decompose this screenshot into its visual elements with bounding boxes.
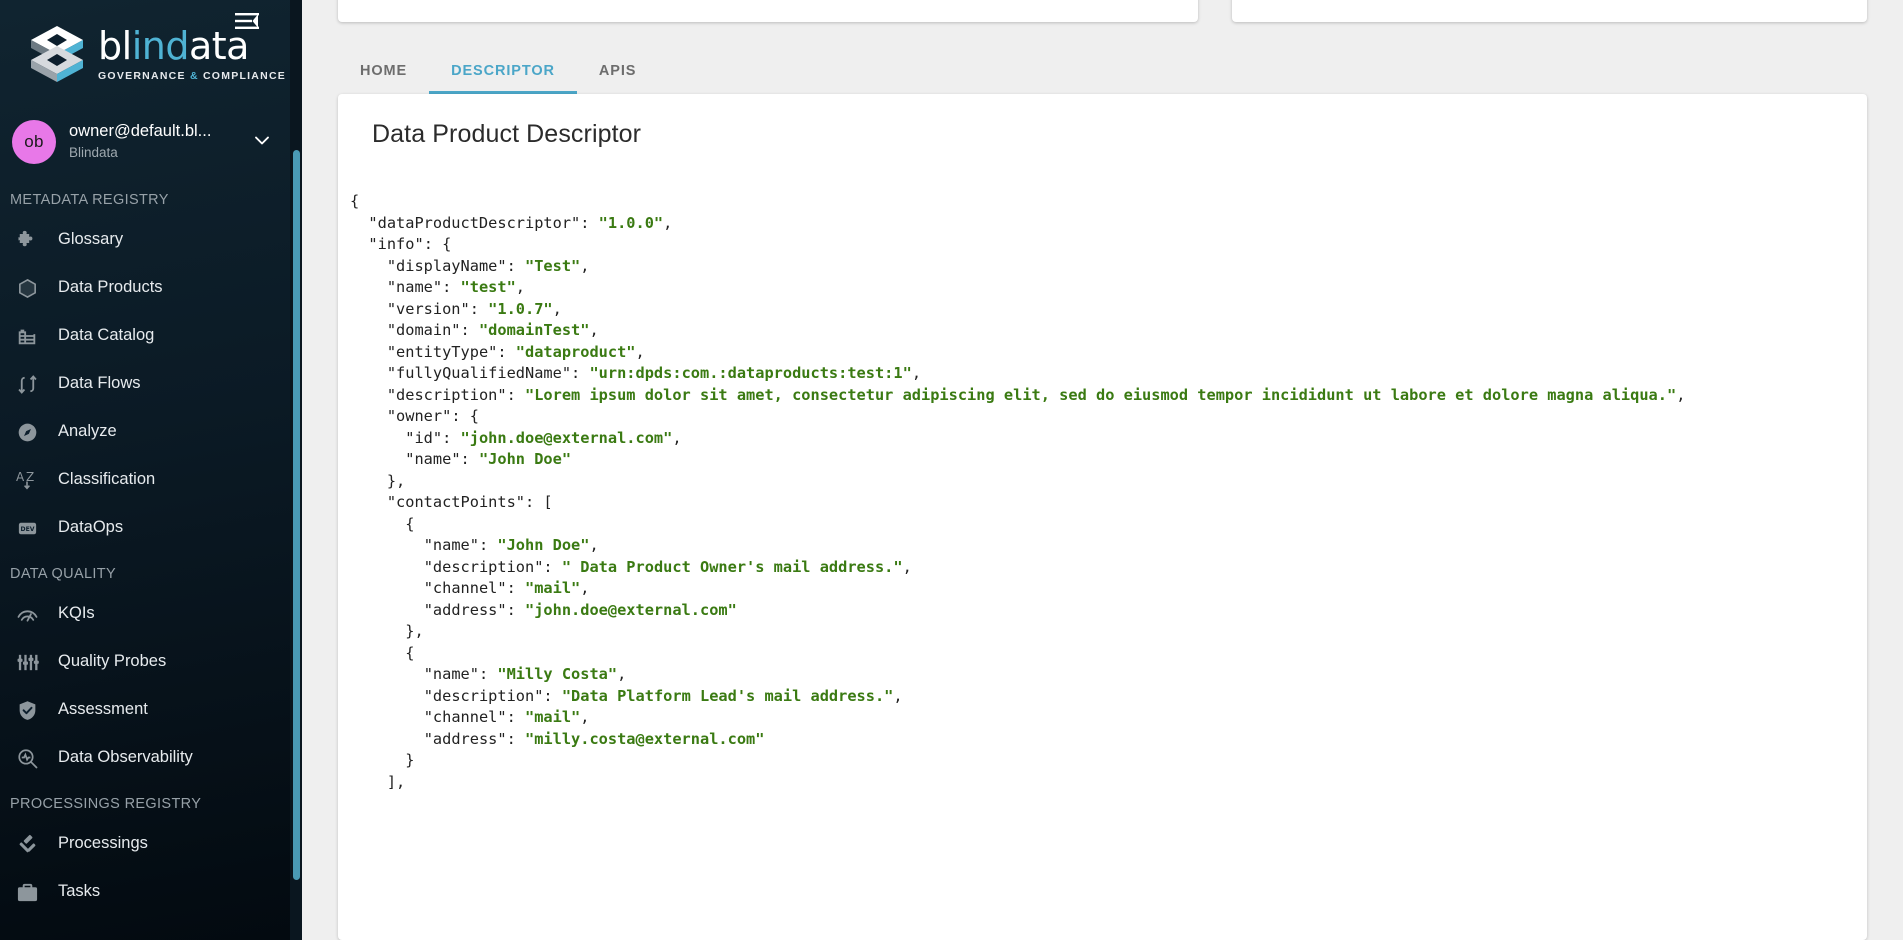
- brand-tagline: GOVERNANCE & COMPLIANCE: [98, 70, 286, 82]
- sort-az-icon: A Z: [14, 467, 40, 493]
- tab-descriptor[interactable]: DESCRIPTOR: [429, 63, 577, 95]
- sidebar-item-label: Quality Probes: [58, 652, 167, 671]
- briefcase-icon: [14, 879, 40, 905]
- sidebar-item-label: Analyze: [58, 422, 117, 441]
- dev-badge-icon: DEV: [14, 515, 40, 541]
- brand-tagline-left: GOVERNANCE: [98, 69, 190, 82]
- sidebar-item-quality-probes[interactable]: Quality Probes: [0, 638, 290, 686]
- account-email: owner@default.bl...: [69, 122, 212, 141]
- sidebar-item-data-products[interactable]: Data Products: [0, 264, 290, 312]
- sidebar-item-assessment[interactable]: Assessment: [0, 686, 290, 734]
- svg-text:DEV: DEV: [20, 525, 34, 532]
- main-content: HOME DESCRIPTOR APIS Data Product Descri…: [302, 0, 1903, 940]
- sidebar-item-processings[interactable]: Processings: [0, 820, 290, 868]
- brand-word-accent: ind: [131, 23, 190, 68]
- top-card-right: [1232, 0, 1867, 22]
- building-icon: [14, 323, 40, 349]
- puzzle-icon: [14, 227, 40, 253]
- brand-tagline-amp: &: [189, 69, 199, 82]
- svg-text:A: A: [16, 470, 25, 484]
- page-title: Data Product Descriptor: [372, 120, 642, 148]
- sidebar-item-label: Processings: [58, 834, 148, 853]
- sidebar-item-dataops[interactable]: DEV DataOps: [0, 504, 290, 552]
- sidebar-item-data-flows[interactable]: Data Flows: [0, 360, 290, 408]
- sidebar-section-processings-registry: PROCESSINGS REGISTRY: [10, 796, 202, 812]
- sidebar-item-label: Classification: [58, 470, 156, 489]
- sidebar-item-label: Tasks: [58, 882, 101, 901]
- top-card-left: [338, 0, 1198, 22]
- sidebar-item-analyze[interactable]: Analyze: [0, 408, 290, 456]
- avatar: ob: [12, 120, 56, 164]
- sidebar-scroll-area: blindata GOVERNANCE & COMPLIANCE ob owne…: [0, 0, 290, 940]
- sidebar-section-metadata-registry: METADATA REGISTRY: [10, 192, 169, 208]
- sidebar-item-label: Assessment: [58, 700, 148, 719]
- account-switcher[interactable]: ob owner@default.bl... Blindata: [0, 106, 290, 178]
- sidebar-item-glossary[interactable]: Glossary: [0, 216, 290, 264]
- sidebar-item-tasks[interactable]: Tasks: [0, 868, 290, 916]
- top-cards-row: [302, 0, 1903, 22]
- sidebar-scrollbar-track[interactable]: [290, 0, 302, 940]
- sidebar-item-label: Data Observability: [58, 748, 193, 767]
- blindata-logo-icon: [26, 23, 88, 85]
- tab-bar: HOME DESCRIPTOR APIS: [302, 22, 1903, 94]
- speedometer-icon: [14, 601, 40, 627]
- compass-icon: [14, 419, 40, 445]
- sidebar-item-label: DataOps: [58, 518, 124, 537]
- sidebar-scrollbar-thumb[interactable]: [293, 150, 300, 880]
- sidebar-item-classification[interactable]: A Z Classification: [0, 456, 290, 504]
- sidebar-item-label: Data Catalog: [58, 326, 155, 345]
- sidebar-item-data-observability[interactable]: Data Observability: [0, 734, 290, 782]
- descriptor-card: Data Product Descriptor { "dataProductDe…: [338, 94, 1867, 940]
- menu-collapse-icon[interactable]: [226, 0, 268, 42]
- sidebar-item-label: Glossary: [58, 230, 124, 249]
- gavel-icon: [14, 831, 40, 857]
- brand-word-part1: bl: [98, 23, 132, 68]
- app-root: blindata GOVERNANCE & COMPLIANCE ob owne…: [0, 0, 1903, 940]
- sliders-icon: [14, 649, 40, 675]
- sidebar-item-label: KQIs: [58, 604, 95, 623]
- shield-check-icon: [14, 697, 40, 723]
- sidebar-item-label: Data Products: [58, 278, 163, 297]
- account-organization: Blindata: [69, 144, 118, 160]
- brand-tagline-right: COMPLIANCE: [198, 69, 287, 82]
- tab-apis[interactable]: APIS: [577, 63, 658, 95]
- magnifier-pulse-icon: [14, 745, 40, 771]
- data-flow-arrows-icon: [14, 371, 40, 397]
- descriptor-json-viewer[interactable]: { "dataProductDescriptor": "1.0.0", "inf…: [338, 191, 1867, 793]
- hexagon-icon: [14, 275, 40, 301]
- tab-home[interactable]: HOME: [338, 63, 429, 95]
- sidebar-section-data-quality: DATA QUALITY: [10, 566, 116, 582]
- account-text: owner@default.bl... Blindata: [69, 121, 239, 163]
- sidebar-item-kqis[interactable]: KQIs: [0, 590, 290, 638]
- sidebar-item-label: Data Flows: [58, 374, 141, 393]
- sidebar-item-data-catalog[interactable]: Data Catalog: [0, 312, 290, 360]
- sidebar: blindata GOVERNANCE & COMPLIANCE ob owne…: [0, 0, 302, 940]
- chevron-down-icon[interactable]: [252, 130, 272, 155]
